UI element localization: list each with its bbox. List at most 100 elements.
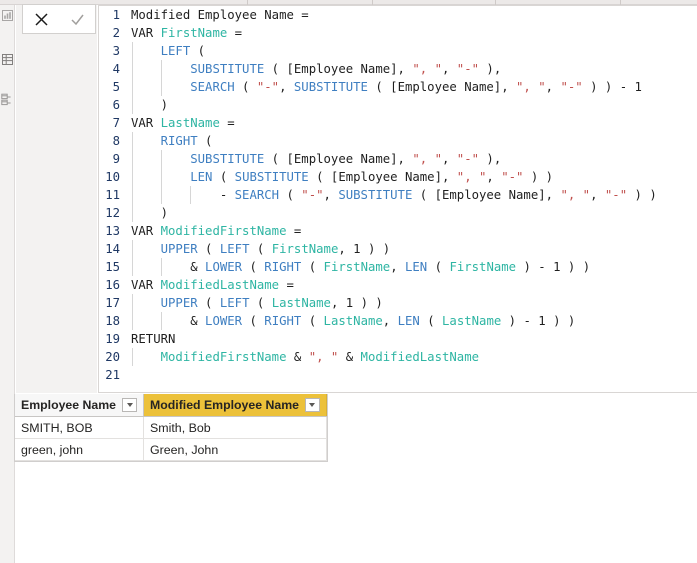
code-token: & [131, 260, 206, 274]
code-token: LEN [190, 170, 213, 184]
model-view-icon[interactable] [1, 93, 14, 106]
code-line-text: VAR FirstName = [127, 24, 697, 42]
code-line[interactable]: 14 UPPER ( LEFT ( FirstName, 1 ) ) [99, 240, 697, 258]
line-number: 5 [112, 80, 120, 94]
code-token: FirstName [160, 26, 228, 40]
code-line[interactable]: 9 SUBSTITUTE ( [Employee Name], ", ", "-… [99, 150, 697, 168]
code-token: , [441, 152, 457, 166]
code-token: LastName [271, 296, 331, 310]
indent-guide [132, 150, 133, 168]
code-token: VAR [131, 26, 161, 40]
cell-modified-employee-name[interactable]: Smith, Bob [143, 416, 327, 439]
code-line-text: ModifiedFirstName & ", " & ModifiedLastN… [127, 348, 697, 366]
code-token: ( [Employee Name], [308, 170, 457, 184]
code-line-text: ) [127, 204, 697, 222]
code-line[interactable]: 13 VAR ModifiedFirstName = [99, 222, 697, 240]
view-switcher-rail [0, 5, 15, 563]
code-line[interactable]: 7 VAR LastName = [99, 114, 697, 132]
code-token: , [486, 170, 502, 184]
code-token: SUBSTITUTE [293, 80, 368, 94]
code-line[interactable]: 16 VAR ModifiedLastName = [99, 276, 697, 294]
column-header-employee-name[interactable]: Employee Name [15, 394, 145, 417]
code-line[interactable]: 18 & LOWER ( RIGHT ( LastName, LEN ( Las… [99, 312, 697, 330]
code-token: LastName [323, 314, 383, 328]
indent-guide [132, 258, 133, 276]
chevron-down-icon[interactable] [304, 398, 320, 412]
code-token: FirstName [323, 260, 391, 274]
code-token: ( [279, 188, 302, 202]
code-token: ( [190, 44, 206, 58]
code-line[interactable]: 4 SUBSTITUTE ( [Employee Name], ", ", "-… [99, 60, 697, 78]
code-token: , [279, 80, 294, 94]
code-line[interactable]: 2 VAR FirstName = [99, 24, 697, 42]
cancel-button[interactable] [25, 6, 57, 32]
code-token: UPPER [160, 242, 198, 256]
code-token: ( [Employee Name], [367, 80, 517, 94]
code-token: , [441, 62, 457, 76]
formula-action-toolbar [22, 4, 96, 34]
dax-formula-editor[interactable]: 1 Modified Employee Name = 2 VAR FirstName … [98, 5, 697, 393]
code-token: ( [234, 80, 257, 94]
data-view-icon[interactable] [1, 53, 14, 66]
code-token: ( [249, 242, 272, 256]
column-header-label: Modified Employee Name [150, 398, 299, 412]
column-header-label: Employee Name [21, 398, 117, 412]
indent-guide [132, 96, 133, 114]
line-number: 4 [112, 62, 120, 76]
indent-guide [190, 186, 191, 204]
code-token: RETURN [131, 332, 176, 346]
table-row[interactable]: green, john Green, John [15, 438, 327, 461]
code-line[interactable]: 15 & LOWER ( RIGHT ( FirstName, LEN ( Fi… [99, 258, 697, 276]
code-line[interactable]: 12 ) [99, 204, 697, 222]
code-token: LOWER [205, 260, 243, 274]
code-token: & [286, 350, 309, 364]
code-token: ) - 1 ) ) [516, 260, 591, 274]
indent-guide [161, 168, 162, 186]
code-line[interactable]: 21 [99, 366, 697, 384]
code-line-text: & LOWER ( RIGHT ( LastName, LEN ( LastNa… [127, 312, 697, 330]
code-line[interactable]: 20 ModifiedFirstName & ", " & ModifiedLa… [99, 348, 697, 366]
code-token: SUBSTITUTE [234, 170, 309, 184]
code-token: LEFT [160, 44, 191, 58]
report-view-icon[interactable] [1, 9, 14, 22]
code-token: ) ) [627, 188, 657, 202]
code-token: & [338, 350, 361, 364]
code-line[interactable]: 5 SEARCH ( "-", SUBSTITUTE ( [Employee N… [99, 78, 697, 96]
code-line[interactable]: 1 Modified Employee Name = [99, 6, 697, 24]
chevron-down-icon[interactable] [122, 398, 138, 412]
code-line-text: ) [127, 96, 697, 114]
power-bi-dax-editor-screen: 1 Modified Employee Name = 2 VAR FirstName … [0, 0, 697, 563]
code-line-text: VAR ModifiedLastName = [127, 276, 697, 294]
code-line[interactable]: 19 RETURN [99, 330, 697, 348]
line-number: 10 [105, 170, 120, 184]
cell-modified-employee-name[interactable]: Green, John [143, 438, 327, 461]
cell-employee-name[interactable]: green, john [15, 438, 145, 461]
code-line[interactable]: 17 UPPER ( LEFT ( LastName, 1 ) ) [99, 294, 697, 312]
line-number: 9 [112, 152, 120, 166]
commit-button[interactable] [61, 6, 93, 32]
line-number: 20 [105, 350, 120, 364]
code-line[interactable]: 10 LEN ( SUBSTITUTE ( [Employee Name], "… [99, 168, 697, 186]
code-token: = [279, 278, 294, 292]
code-token: SEARCH [190, 80, 235, 94]
code-token: "-" [456, 62, 480, 76]
code-token: ( [197, 296, 220, 310]
code-line[interactable]: 8 RIGHT ( [99, 132, 697, 150]
code-line[interactable]: 11 - SEARCH ( "-", SUBSTITUTE ( [Employe… [99, 186, 697, 204]
code-line-text: LEFT ( [127, 42, 697, 60]
code-token: SUBSTITUTE [190, 152, 265, 166]
code-token: ModifiedFirstName [160, 350, 287, 364]
code-token: ( [Employee Name], [412, 188, 561, 202]
code-token: , [545, 80, 561, 94]
code-line[interactable]: 6 ) [99, 96, 697, 114]
code-token: , [390, 260, 405, 274]
cell-employee-name[interactable]: SMITH, BOB [15, 416, 145, 439]
line-number: 13 [105, 224, 120, 238]
column-header-modified-employee-name[interactable]: Modified Employee Name [143, 394, 327, 417]
table-row[interactable]: SMITH, BOB Smith, Bob [15, 416, 327, 439]
code-token: ( [197, 242, 220, 256]
code-line[interactable]: 3 LEFT ( [99, 42, 697, 60]
code-line-text: RETURN [127, 330, 697, 348]
code-token: ( [301, 314, 324, 328]
code-token: ", " [308, 350, 339, 364]
